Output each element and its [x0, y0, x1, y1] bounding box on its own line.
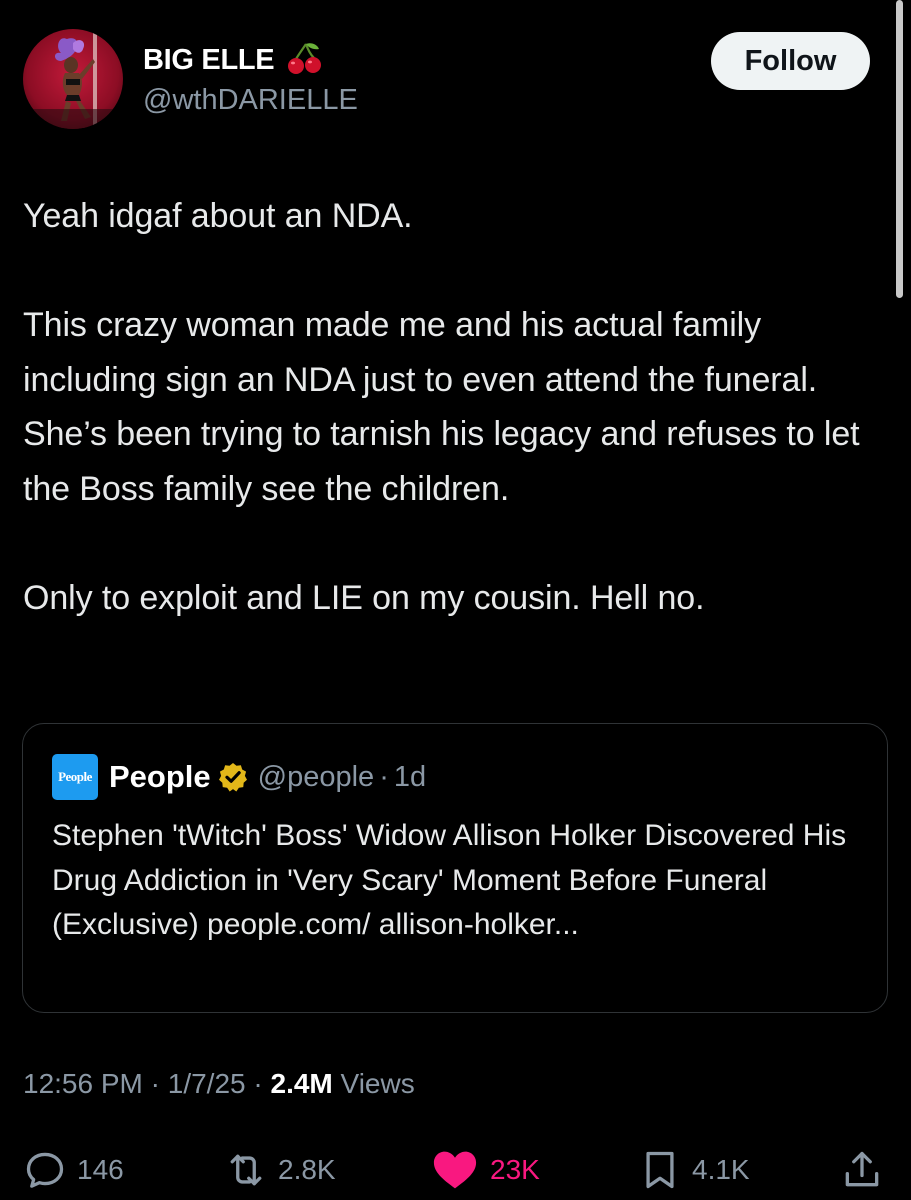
quote-author-handle[interactable]: @people [258, 761, 375, 794]
repost-button[interactable]: 2.8K [224, 1143, 336, 1197]
bookmark-button[interactable]: 4.1K [638, 1143, 750, 1197]
avatar[interactable] [23, 29, 123, 129]
cherries-emoji-icon [288, 43, 322, 74]
heart-icon [433, 1151, 477, 1189]
bookmark-count: 4.1K [692, 1154, 750, 1185]
quote-time[interactable]: 1d [394, 761, 426, 794]
quote-author-name[interactable]: People [109, 759, 211, 795]
display-name[interactable]: BIG ELLE [143, 41, 322, 77]
people-logo-text: People [58, 769, 92, 784]
bookmark-icon [646, 1151, 674, 1189]
avatar-image [23, 29, 123, 129]
handle[interactable]: @wthDARIELLE [143, 84, 358, 117]
tweet-text: Yeah idgaf about an NDA. This crazy woma… [23, 197, 860, 617]
meta-separator: · [150, 1068, 160, 1099]
reply-icon [26, 1152, 64, 1188]
quote-separator: · [379, 760, 389, 793]
repost-count: 2.8K [278, 1154, 336, 1185]
tweet-meta: 12:56 PM · 1/7/25 · 2.4M Views [23, 1068, 415, 1100]
meta-separator: · [253, 1068, 263, 1099]
scrollbar[interactable] [896, 0, 903, 298]
share-button[interactable] [840, 1143, 884, 1197]
quote-header: People People @people · 1d [52, 754, 426, 800]
views-count: 2.4M [270, 1068, 333, 1099]
quote-text: Stephen 'tWitch' Boss' Widow Allison Hol… [52, 819, 847, 941]
verified-badge-icon [218, 763, 247, 792]
people-logo-icon: People [52, 754, 98, 800]
like-count: 23K [490, 1154, 540, 1185]
quote-tweet-card[interactable]: People People @people · 1d Stephen 'tWit… [22, 723, 888, 1013]
display-name-text: BIG ELLE [143, 44, 275, 76]
tweet-date[interactable]: 1/7/25 [168, 1068, 246, 1099]
action-bar: 146 2.8K 23K 4.1K [0, 1143, 911, 1197]
views-label: Views [340, 1068, 415, 1099]
follow-button[interactable]: Follow [711, 32, 870, 90]
share-icon [845, 1151, 879, 1187]
reply-count: 146 [77, 1154, 124, 1185]
reply-button[interactable]: 146 [23, 1143, 124, 1197]
tweet-time[interactable]: 12:56 PM [23, 1068, 143, 1099]
like-button[interactable]: 23K [430, 1143, 540, 1197]
repost-icon [230, 1154, 262, 1186]
